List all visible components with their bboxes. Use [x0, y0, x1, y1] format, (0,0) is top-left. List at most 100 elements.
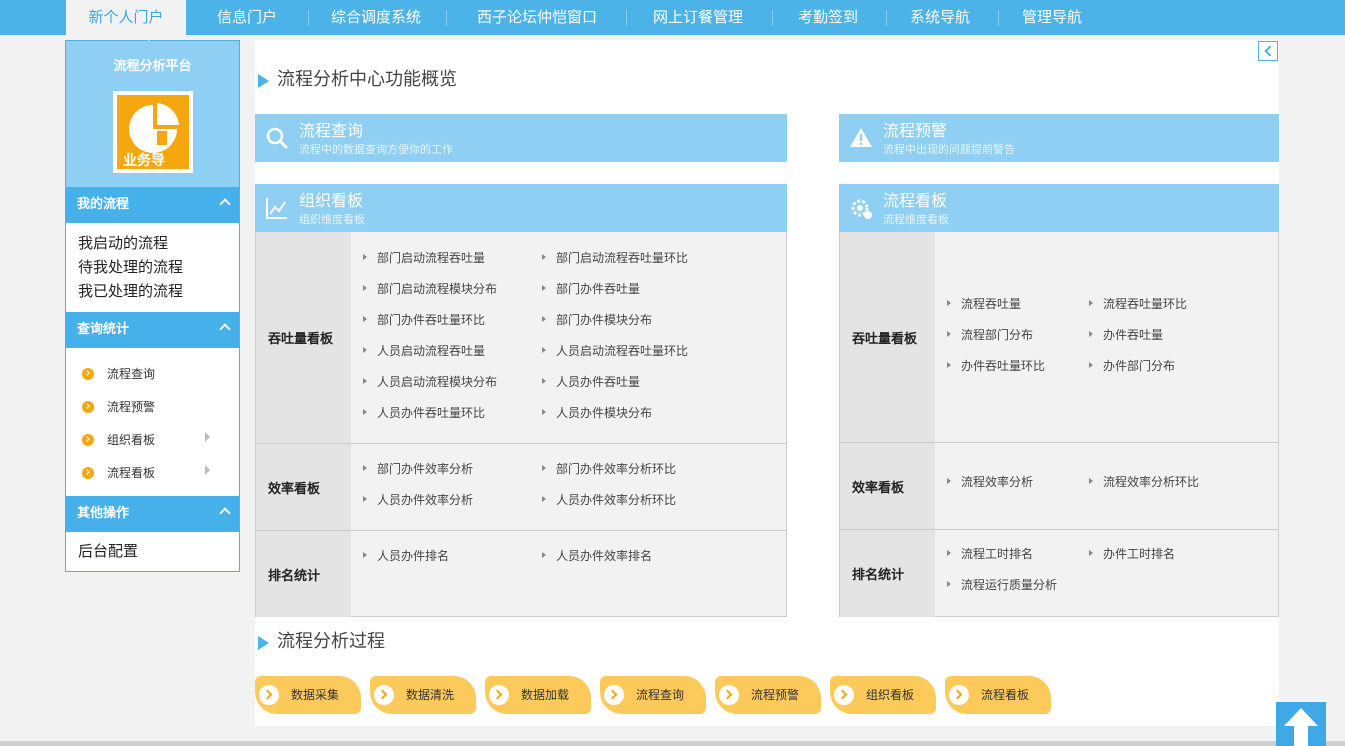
- nav-item-ordering[interactable]: 网上订餐管理: [636, 0, 760, 35]
- flow-warning-card[interactable]: 流程预警 流程中出现的问题提前警告: [839, 114, 1279, 162]
- arrow-circle-icon: [82, 467, 94, 479]
- nav-item-forum[interactable]: 西子论坛仲恺窗口: [454, 0, 620, 35]
- flow-board-card[interactable]: 流程看板 流程维度看板: [839, 184, 1279, 232]
- ranking-row: 排名统计 人员办件排名 人员办件效率排名: [256, 530, 786, 617]
- nav-item-system-nav[interactable]: 系统导航: [894, 0, 986, 35]
- chevron-up-icon[interactable]: [219, 198, 231, 210]
- card-subtitle: 流程维度看板: [883, 213, 949, 226]
- board-link[interactable]: 部门启动流程吞吐量环比: [542, 250, 688, 266]
- step-data-loading[interactable]: 数据加载: [485, 676, 591, 714]
- row-label: 吞吐量看板: [256, 232, 351, 443]
- board-link[interactable]: 流程效率分析: [947, 474, 1033, 490]
- board-link[interactable]: 人员办件效率分析环比: [542, 492, 676, 508]
- card-subtitle: 组织维度看板: [299, 213, 365, 226]
- other-ops-header[interactable]: 其他操作: [66, 496, 239, 532]
- board-link[interactable]: 部门启动流程模块分布: [363, 281, 497, 297]
- nav-item-attendance[interactable]: 考勤签到: [780, 0, 876, 35]
- warning-icon: [850, 128, 872, 147]
- card-title: 组织看板: [299, 191, 364, 210]
- board-link[interactable]: 办件吞吐量环比: [947, 358, 1045, 374]
- chevron-up-icon[interactable]: [219, 507, 231, 519]
- arrow-circle-icon: [374, 685, 394, 705]
- sidebar-item-label: 流程预警: [107, 400, 156, 414]
- my-started-flows-link[interactable]: 我启动的流程: [78, 231, 168, 255]
- back-to-top-button[interactable]: [1276, 702, 1326, 746]
- step-org-board[interactable]: 组织看板: [830, 676, 936, 714]
- step-data-collection[interactable]: 数据采集: [255, 676, 361, 714]
- bottom-bar: [0, 741, 1345, 746]
- board-link[interactable]: 人员启动流程吞吐量环比: [542, 343, 688, 359]
- board-link[interactable]: 部门办件吞吐量环比: [363, 312, 485, 328]
- step-flow-query[interactable]: 流程查询: [600, 676, 706, 714]
- nav-divider: [886, 10, 887, 26]
- chevron-up-icon[interactable]: [219, 323, 231, 335]
- chevron-right-icon[interactable]: [205, 465, 210, 475]
- app-logo[interactable]: 业务导: [113, 91, 193, 173]
- step-label: 数据加载: [521, 688, 570, 702]
- row-label: 排名统计: [256, 531, 351, 617]
- flow-query-card[interactable]: 流程查询 流程中的数据查询方便你的工作: [255, 114, 787, 162]
- step-label: 流程预警: [751, 688, 800, 702]
- board-link[interactable]: 流程工时排名: [947, 546, 1033, 562]
- step-label: 流程看板: [981, 688, 1030, 702]
- board-link[interactable]: 部门办件效率分析环比: [542, 461, 676, 477]
- board-link[interactable]: 人员办件效率排名: [542, 548, 652, 564]
- my-flow-header[interactable]: 我的流程: [66, 187, 239, 223]
- board-link[interactable]: 流程吞吐量: [947, 296, 1021, 312]
- arrow-circle-icon: [82, 434, 94, 446]
- board-link[interactable]: 部门启动流程吞吐量: [363, 250, 485, 266]
- board-link[interactable]: 流程效率分析环比: [1089, 474, 1199, 490]
- top-nav: 新个人门户 信息门户 综合调度系统 西子论坛仲恺窗口 网上订餐管理 考勤签到 系…: [0, 0, 1345, 35]
- pending-flows-link[interactable]: 待我处理的流程: [78, 255, 183, 279]
- board-link[interactable]: 办件部门分布: [1089, 358, 1175, 374]
- chevron-right-icon[interactable]: [205, 432, 210, 442]
- arrow-circle-icon: [82, 401, 94, 413]
- step-label: 组织看板: [866, 688, 915, 702]
- efficiency-row: 效率看板 流程效率分析 流程效率分析环比: [840, 442, 1278, 529]
- board-link[interactable]: 部门办件效率分析: [363, 461, 473, 477]
- sidebar-item-label: 流程查询: [107, 367, 156, 381]
- board-link[interactable]: 人员办件效率分析: [363, 492, 473, 508]
- other-ops-header-label: 其他操作: [77, 506, 130, 521]
- query-stats-header[interactable]: 查询统计: [66, 312, 239, 348]
- board-link[interactable]: 人员办件排名: [363, 548, 449, 564]
- nav-divider: [446, 10, 447, 26]
- board-link[interactable]: 流程吞吐量环比: [1089, 296, 1187, 312]
- nav-divider: [626, 10, 627, 26]
- board-link[interactable]: 办件吞吐量: [1089, 327, 1163, 343]
- board-link[interactable]: 部门办件模块分布: [542, 312, 652, 328]
- board-link[interactable]: 部门办件吞吐量: [542, 281, 640, 297]
- step-flow-warning[interactable]: 流程预警: [715, 676, 821, 714]
- board-link[interactable]: 人员办件吞吐量: [542, 374, 640, 390]
- card-title: 流程查询: [299, 121, 364, 140]
- nav-divider: [772, 10, 773, 26]
- board-link[interactable]: 办件工时排名: [1089, 546, 1175, 562]
- org-board-card[interactable]: 组织看板 组织维度看板: [255, 184, 787, 232]
- nav-item-dispatch[interactable]: 综合调度系统: [316, 0, 436, 35]
- nav-item-personal-portal[interactable]: 新个人门户: [66, 0, 186, 35]
- handled-flows-link[interactable]: 我已处理的流程: [78, 279, 183, 303]
- board-link[interactable]: 流程运行质量分析: [947, 577, 1057, 593]
- sidebar-header: 流程分析平台 业务导: [66, 41, 239, 187]
- nav-active-caret: [143, 35, 155, 41]
- nav-item-info-portal[interactable]: 信息门户: [196, 0, 298, 35]
- nav-item-admin-nav[interactable]: 管理导航: [1006, 0, 1098, 35]
- arrow-circle-icon: [719, 685, 739, 705]
- row-label: 排名统计: [840, 530, 935, 617]
- sidebar-item-label: 流程看板: [107, 466, 156, 480]
- board-link[interactable]: 流程部门分布: [947, 327, 1033, 343]
- step-flow-board[interactable]: 流程看板: [945, 676, 1051, 714]
- board-link[interactable]: 人员启动流程吞吐量: [363, 343, 485, 359]
- arrow-circle-icon: [834, 685, 854, 705]
- collapse-sidebar-button[interactable]: [1258, 41, 1278, 61]
- step-data-cleaning[interactable]: 数据清洗: [370, 676, 476, 714]
- card-title: 流程看板: [883, 191, 948, 210]
- backend-config-link[interactable]: 后台配置: [78, 539, 138, 563]
- step-label: 流程查询: [636, 688, 685, 702]
- board-link[interactable]: 人员办件模块分布: [542, 405, 652, 421]
- card-title: 流程预警: [883, 121, 948, 140]
- platform-title: 流程分析平台: [113, 59, 192, 74]
- row-label: 效率看板: [840, 443, 935, 529]
- board-link[interactable]: 人员启动流程模块分布: [363, 374, 497, 390]
- board-link[interactable]: 人员办件吞吐量环比: [363, 405, 485, 421]
